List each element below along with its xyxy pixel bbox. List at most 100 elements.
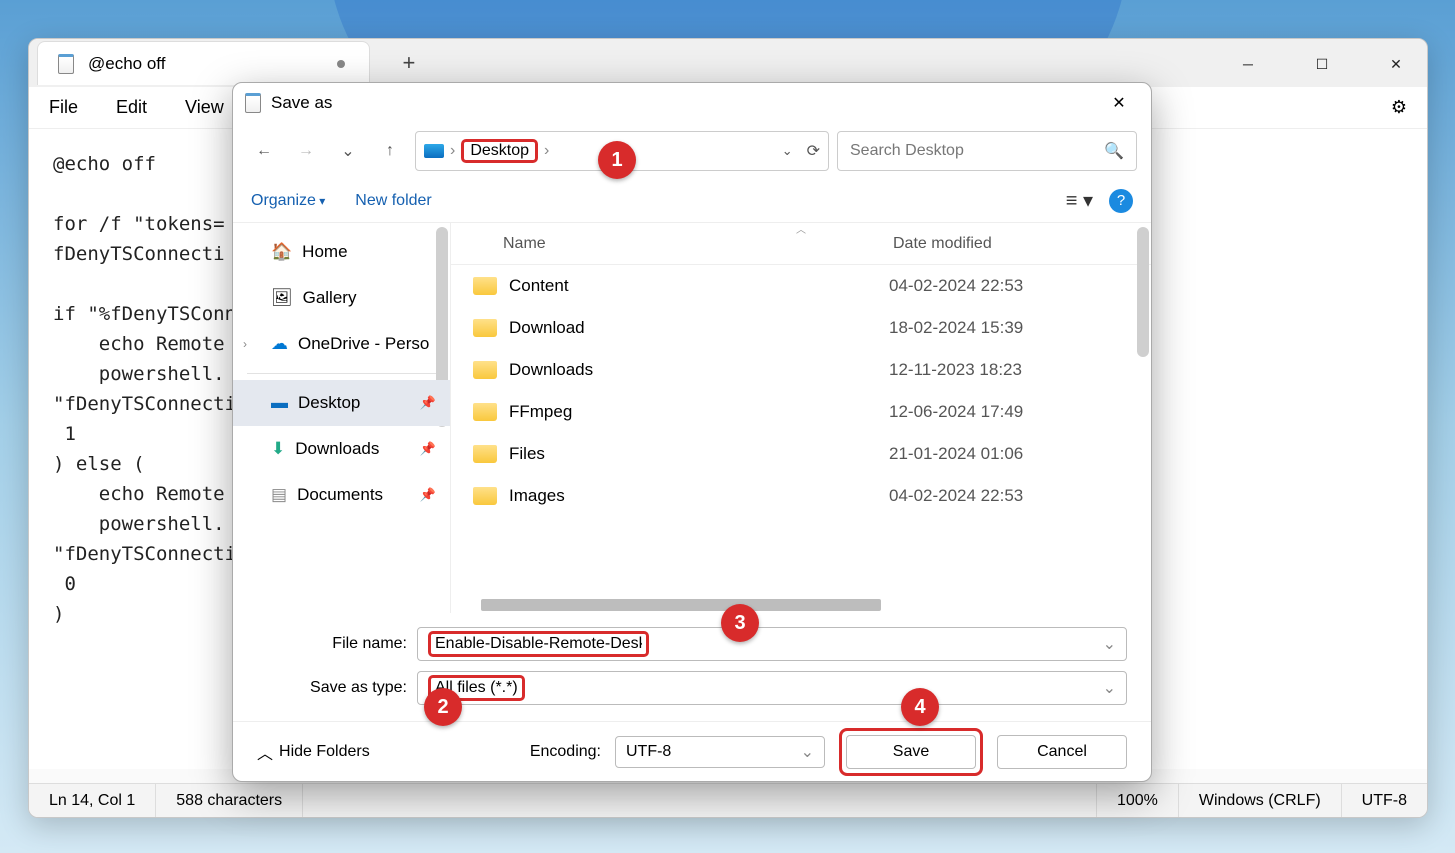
organize-button[interactable]: Organize [251, 192, 325, 210]
menu-edit[interactable]: Edit [116, 97, 147, 118]
filelist-h-scrollbar[interactable] [481, 599, 881, 611]
file-name: Files [509, 444, 889, 464]
status-chars: 588 characters [156, 784, 303, 817]
sidebar-item-documents[interactable]: ▤Documents📌 [233, 472, 450, 518]
nav-up-button[interactable]: ↑ [373, 134, 407, 168]
minimize-button[interactable]: ─ [1225, 47, 1271, 81]
pin-icon: 📌 [420, 487, 436, 503]
sidebar-divider [247, 373, 436, 374]
view-mode-icon[interactable]: ≡ ▾ [1066, 188, 1093, 213]
maximize-button[interactable]: ☐ [1299, 47, 1345, 81]
dialog-nav: ← → ⌄ ↑ › Desktop › ⌄ ⟳ Search Desktop 🔍 [233, 123, 1151, 179]
pin-icon: 📌 [420, 441, 436, 457]
tab-bar: @echo off + ─ ☐ ✕ [29, 39, 1427, 87]
cloud-icon: ☁ [271, 334, 288, 354]
file-row[interactable]: Files21-01-2024 01:06 [451, 433, 1151, 475]
status-zoom: 100% [1097, 784, 1179, 817]
location-desktop[interactable]: Desktop [461, 139, 538, 163]
sidebar-item-downloads[interactable]: ⬇Downloads📌 [233, 426, 450, 472]
sidebar-item-home[interactable]: 🏠Home [233, 229, 450, 275]
annotation-3: 3 [721, 604, 759, 642]
dialog-toolbar: Organize New folder ≡ ▾ ? [233, 179, 1151, 223]
new-tab-button[interactable]: + [402, 50, 415, 76]
search-input[interactable]: Search Desktop 🔍 [837, 131, 1137, 171]
dialog-bottom: ︿Hide Folders Encoding: UTF-8⌄ Save Canc… [233, 721, 1151, 781]
nav-back-button[interactable]: ← [247, 134, 281, 168]
annotation-2: 2 [424, 688, 462, 726]
status-bar: Ln 14, Col 1 588 characters 100% Windows… [29, 783, 1427, 817]
refresh-icon[interactable]: ⟳ [799, 141, 820, 161]
folder-icon [473, 277, 497, 295]
search-placeholder: Search Desktop [850, 142, 964, 160]
file-date: 12-11-2023 18:23 [889, 360, 1022, 380]
file-row[interactable]: Download18-02-2024 15:39 [451, 307, 1151, 349]
search-icon: 🔍 [1104, 141, 1124, 161]
folder-icon [473, 403, 497, 421]
dialog-close-button[interactable]: ✕ [1099, 88, 1139, 118]
close-button[interactable]: ✕ [1373, 47, 1419, 81]
file-row[interactable]: Images04-02-2024 22:53 [451, 475, 1151, 517]
status-lineending: Windows (CRLF) [1179, 784, 1342, 817]
menu-view[interactable]: View [185, 97, 224, 118]
saveastype-select[interactable]: All files (*.*) ⌄ [417, 671, 1127, 705]
folder-icon [473, 445, 497, 463]
chevron-right-icon[interactable]: › [243, 337, 247, 351]
nav-recent-button[interactable]: ⌄ [331, 134, 365, 168]
dropdown-icon: ⌄ [801, 742, 814, 762]
status-encoding: UTF-8 [1342, 784, 1427, 817]
folder-icon [473, 361, 497, 379]
notepad-tab[interactable]: @echo off [37, 41, 370, 85]
folder-icon [473, 319, 497, 337]
nav-sidebar: 🏠Home 🖼Gallery ›☁OneDrive - Perso ▬Deskt… [233, 223, 451, 613]
sidebar-item-onedrive[interactable]: ›☁OneDrive - Perso [233, 321, 450, 367]
settings-gear-icon[interactable]: ⚙ [1391, 97, 1407, 118]
column-name[interactable]: Name [451, 235, 881, 253]
file-row[interactable]: Content04-02-2024 22:53 [451, 265, 1151, 307]
collapse-icon[interactable]: ︿ [796, 223, 806, 236]
help-icon[interactable]: ? [1109, 189, 1133, 213]
file-date: 04-02-2024 22:53 [889, 276, 1023, 296]
filename-value[interactable] [435, 635, 642, 653]
unsaved-indicator-icon [337, 60, 345, 68]
folder-icon [473, 487, 497, 505]
filelist-scrollbar[interactable] [1137, 227, 1149, 357]
nav-forward-button[interactable]: → [289, 134, 323, 168]
cancel-button[interactable]: Cancel [997, 735, 1127, 769]
dialog-fields: File name: ⌄ Save as type: All files (*.… [233, 613, 1151, 721]
file-row[interactable]: FFmpeg12-06-2024 17:49 [451, 391, 1151, 433]
file-date: 18-02-2024 15:39 [889, 318, 1023, 338]
sidebar-item-gallery[interactable]: 🖼Gallery [233, 275, 450, 321]
hide-folders-toggle[interactable]: ︿Hide Folders [257, 740, 370, 764]
saveastype-label: Save as type: [257, 679, 417, 697]
window-controls: ─ ☐ ✕ [1225, 47, 1419, 81]
address-dropdown-icon[interactable]: ⌄ [782, 143, 793, 159]
file-row[interactable]: Downloads12-11-2023 18:23 [451, 349, 1151, 391]
tab-title: @echo off [88, 54, 165, 74]
chevron-right-icon: › [450, 142, 455, 160]
pc-icon [424, 144, 444, 158]
file-date: 21-01-2024 01:06 [889, 444, 1023, 464]
chevron-right-icon: › [544, 142, 549, 160]
file-name: Download [509, 318, 889, 338]
status-position: Ln 14, Col 1 [29, 784, 156, 817]
file-name: FFmpeg [509, 402, 889, 422]
new-folder-button[interactable]: New folder [355, 192, 431, 210]
filename-input[interactable]: ⌄ [417, 627, 1127, 661]
download-icon: ⬇ [271, 439, 285, 459]
save-as-dialog: Save as ✕ ← → ⌄ ↑ › Desktop › ⌄ ⟳ Search… [232, 82, 1152, 782]
column-date[interactable]: Date modified [881, 235, 992, 253]
dropdown-icon[interactable]: ⌄ [1103, 634, 1116, 654]
dropdown-icon[interactable]: ⌄ [1103, 678, 1116, 698]
desktop-icon: ▬ [271, 393, 288, 413]
menu-file[interactable]: File [49, 97, 78, 118]
annotation-4: 4 [901, 688, 939, 726]
encoding-label: Encoding: [530, 743, 601, 761]
documents-icon: ▤ [271, 485, 287, 505]
file-list: ︿ Name Date modified Content04-02-2024 2… [451, 223, 1151, 613]
file-name: Images [509, 486, 889, 506]
encoding-select[interactable]: UTF-8⌄ [615, 736, 825, 768]
save-button[interactable]: Save [846, 735, 976, 769]
file-name: Content [509, 276, 889, 296]
sidebar-item-desktop[interactable]: ▬Desktop📌 [233, 380, 450, 426]
file-date: 04-02-2024 22:53 [889, 486, 1023, 506]
